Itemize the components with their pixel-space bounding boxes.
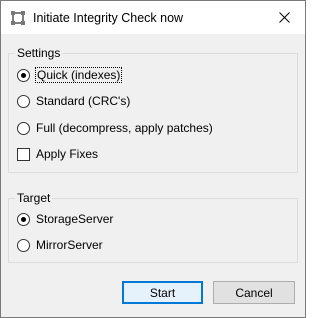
mirror-server-radio[interactable] [17, 238, 30, 252]
start-button-label: Start [149, 285, 176, 300]
full-radio[interactable] [17, 121, 30, 135]
apply-fixes-checkbox[interactable] [17, 147, 30, 161]
close-button[interactable] [265, 1, 305, 34]
quick-radio[interactable] [17, 68, 30, 82]
storage-server-option[interactable]: StorageServer [17, 210, 113, 228]
apply-fixes-label: Apply Fixes [36, 147, 99, 161]
settings-legend: Settings [15, 46, 63, 60]
settings-group: Settings Quick (indexes) Standard (CRC's… [8, 46, 298, 173]
window-title: Initiate Integrity Check now [33, 11, 184, 25]
storage-server-label: StorageServer [36, 212, 114, 226]
mirror-server-option[interactable]: MirrorServer [17, 236, 103, 254]
cancel-button-label: Cancel [235, 285, 273, 300]
standard-radio[interactable] [17, 94, 30, 108]
standard-option[interactable]: Standard (CRC's) [17, 92, 130, 110]
full-option[interactable]: Full (decompress, apply patches) [17, 119, 213, 137]
title-bar[interactable]: Initiate Integrity Check now [1, 1, 305, 34]
start-button[interactable]: Start [122, 281, 203, 304]
quick-label: Quick (indexes) [34, 67, 123, 83]
target-group: Target StorageServer MirrorServer [8, 191, 298, 263]
integrity-check-icon [10, 10, 26, 26]
full-label: Full (decompress, apply patches) [36, 121, 213, 135]
apply-fixes-option[interactable]: Apply Fixes [17, 145, 98, 163]
dialog-window: Initiate Integrity Check now Settings Qu… [0, 0, 306, 318]
close-icon [279, 12, 290, 23]
standard-label: Standard (CRC's) [36, 94, 131, 108]
target-legend: Target [15, 191, 53, 205]
mirror-server-label: MirrorServer [36, 238, 103, 252]
storage-server-radio[interactable] [17, 212, 30, 226]
cancel-button[interactable]: Cancel [213, 281, 295, 304]
quick-option[interactable]: Quick (indexes) [17, 66, 123, 84]
